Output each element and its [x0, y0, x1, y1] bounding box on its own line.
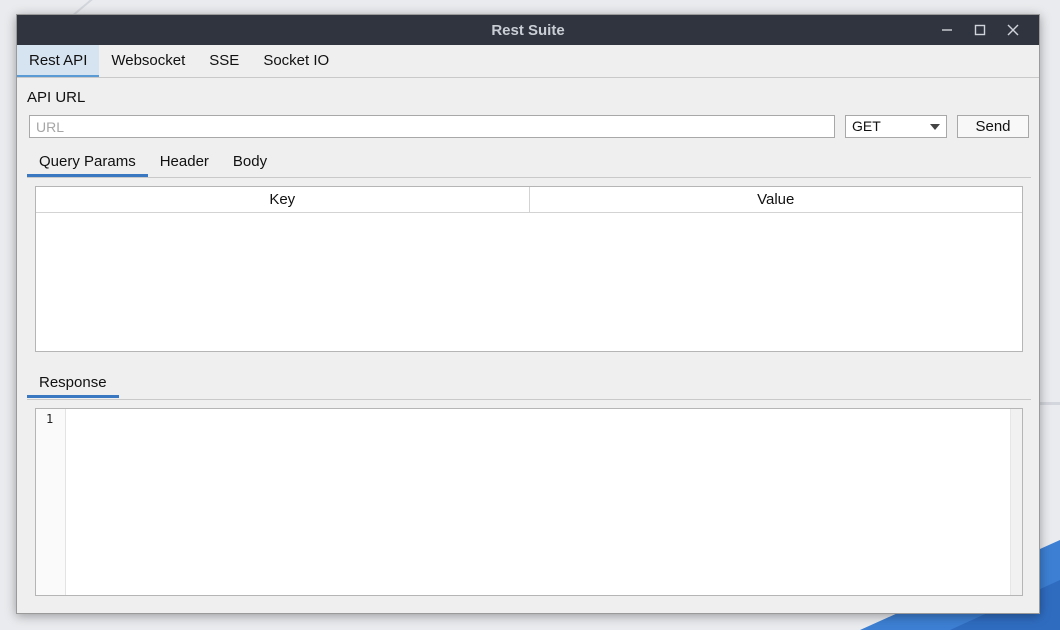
line-number: 1 [46, 412, 54, 426]
tab-socket-io[interactable]: Socket IO [251, 45, 341, 77]
response-editor[interactable]: 1 [35, 408, 1023, 596]
api-url-label: API URL [27, 89, 86, 106]
response-content[interactable] [66, 409, 1010, 595]
send-button[interactable]: Send [957, 115, 1029, 138]
app-window: Rest Suite Rest API Websocket SSE Socket… [16, 14, 1040, 614]
tab-response[interactable]: Response [27, 370, 119, 398]
window-title: Rest Suite [491, 21, 565, 39]
maximize-button[interactable] [963, 15, 996, 45]
maximize-icon [974, 24, 985, 36]
request-tabs: Query Params Header Body [27, 149, 1031, 178]
tab-query-params[interactable]: Query Params [27, 149, 148, 177]
protocol-tabs: Rest API Websocket SSE Socket IO [17, 45, 1039, 78]
window-controls [930, 15, 1029, 45]
tab-websocket[interactable]: Websocket [99, 45, 197, 77]
vertical-scrollbar[interactable] [1010, 409, 1022, 595]
table-header: Key Value [36, 187, 1022, 213]
titlebar: Rest Suite [17, 15, 1039, 45]
query-params-table[interactable]: Key Value [35, 186, 1023, 352]
close-icon [1007, 24, 1018, 36]
method-select-value: GET [852, 118, 881, 134]
minimize-icon [941, 29, 952, 31]
column-header-value[interactable]: Value [530, 187, 1023, 212]
url-input[interactable] [29, 115, 835, 138]
tab-rest-api[interactable]: Rest API [17, 45, 100, 77]
line-number-gutter: 1 [36, 409, 66, 595]
column-header-key[interactable]: Key [36, 187, 530, 212]
chevron-down-icon [930, 124, 940, 130]
response-tabs: Response [27, 370, 1031, 400]
wallpaper-line [1040, 402, 1060, 405]
close-button[interactable] [996, 15, 1029, 45]
tab-sse[interactable]: SSE [197, 45, 251, 77]
tab-header[interactable]: Header [148, 149, 221, 177]
method-select[interactable]: GET [845, 115, 947, 138]
tab-body[interactable]: Body [221, 149, 279, 177]
minimize-button[interactable] [930, 15, 963, 45]
